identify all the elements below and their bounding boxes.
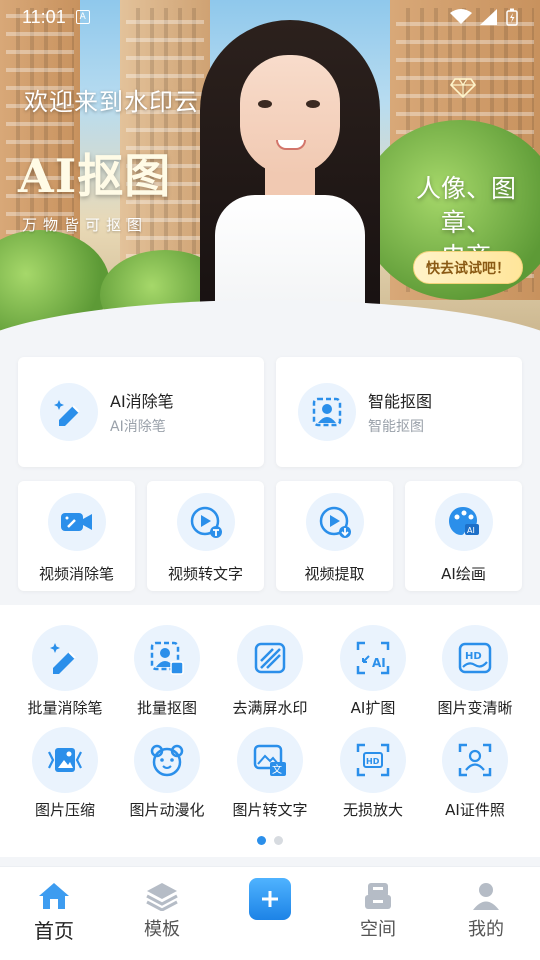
smart-cutout-card[interactable]: 智能抠图 智能抠图: [276, 357, 522, 467]
card-label: 视频转文字: [167, 565, 243, 583]
layers-icon: [146, 883, 178, 911]
svg-text:AI: AI: [467, 526, 475, 535]
banner-title: AI抠图: [18, 149, 172, 203]
tool-remove-watermark[interactable]: 去满屏水印: [216, 625, 324, 718]
anime-face-icon: [134, 727, 200, 793]
remove-watermark-icon: [237, 625, 303, 691]
wifi-icon: [450, 9, 472, 24]
card-label: 视频提取: [304, 565, 365, 583]
card-title: AI消除笔: [110, 392, 174, 411]
tool-label: 去满屏水印: [232, 699, 308, 717]
portrait-cutout-icon: [298, 383, 356, 441]
batch-cutout-icon: [134, 625, 200, 691]
tool-label: 图片变清晰: [437, 699, 513, 717]
page-dot-active[interactable]: [257, 836, 266, 845]
tool-image-to-text[interactable]: 文 图片转文字: [216, 727, 324, 820]
try-now-button[interactable]: 快去试试吧！: [413, 251, 523, 284]
tool-batch-eraser[interactable]: 批量消除笔: [11, 625, 119, 718]
slogan-line-1: 人像、图章、: [415, 174, 516, 237]
ai-expand-icon: AI: [340, 625, 406, 691]
card-title: 智能抠图: [368, 392, 433, 411]
image-compress-icon: [32, 727, 98, 793]
svg-text:HD: HD: [366, 757, 380, 766]
home-icon: [39, 883, 69, 909]
svg-text:HD: HD: [465, 651, 482, 662]
tool-label: 图片动漫化: [129, 801, 205, 819]
status-time: 11:01: [22, 6, 66, 27]
svg-text:文: 文: [272, 763, 282, 776]
video-to-text-icon: [176, 493, 235, 551]
banner-subtitle: 万物皆可抠图: [22, 216, 149, 234]
card-label: 视频消除笔: [38, 565, 114, 583]
batch-eraser-icon: [32, 625, 98, 691]
nav-label: 我的: [468, 919, 504, 940]
status-bar: 11:01 A: [0, 0, 540, 34]
svg-text:AI: AI: [372, 656, 386, 670]
card-subtitle: 智能抠图: [368, 419, 424, 435]
hd-enhance-icon: HD: [442, 625, 508, 691]
video-to-text-card[interactable]: 视频转文字: [147, 481, 264, 591]
page-dot[interactable]: [274, 836, 283, 845]
hero-banner[interactable]: 欢迎来到水印云 AI抠图 万物皆可抠图 人像、图章、 电商 快去试试吧！: [0, 0, 540, 345]
eraser-pen-icon: [40, 383, 98, 441]
storage-box-icon: [365, 883, 391, 909]
tool-image-compress[interactable]: 图片压缩: [11, 727, 119, 820]
tool-label: 批量抠图: [136, 699, 197, 717]
welcome-text: 欢迎来到水印云: [24, 88, 199, 116]
page-indicator: [0, 836, 540, 845]
tool-id-photo[interactable]: AI证件照: [421, 727, 529, 820]
nav-home[interactable]: 首页: [4, 881, 104, 944]
tool-label: 图片转文字: [232, 801, 308, 819]
tool-label: AI证件照: [445, 801, 505, 819]
nav-space[interactable]: 空间: [328, 881, 428, 941]
user-profile-icon: [473, 883, 499, 910]
diamond-icon: [450, 78, 476, 98]
nav-templates[interactable]: 模板: [112, 881, 212, 941]
signal-icon: [480, 9, 497, 25]
nav-label: 首页: [34, 919, 74, 943]
nav-label: 空间: [360, 919, 396, 940]
tool-grid: 批量消除笔 批量抠图 去满屏水印 AI AI扩图 HD 图片变清晰 图片压缩 图…: [0, 605, 540, 857]
card-subtitle: AI消除笔: [110, 419, 166, 435]
ai-eraser-card[interactable]: AI消除笔 AI消除笔: [18, 357, 264, 467]
notification-a-icon: A: [75, 10, 90, 24]
tool-lossless-upscale[interactable]: HD 无损放大: [319, 727, 427, 820]
ai-painting-card[interactable]: AI AI绘画: [405, 481, 522, 591]
tool-label: AI扩图: [350, 699, 396, 717]
id-photo-icon: [442, 727, 508, 793]
nav-mine[interactable]: 我的: [436, 881, 536, 941]
tool-label: 批量消除笔: [27, 699, 103, 717]
tool-batch-cutout[interactable]: 批量抠图: [113, 625, 221, 718]
bottom-navigation: 首页 模板 空间 我的: [0, 866, 540, 960]
card-label: AI绘画: [441, 565, 486, 583]
tool-hd-enhance[interactable]: HD 图片变清晰: [421, 625, 529, 718]
battery-icon: [506, 8, 518, 26]
image-to-text-icon: 文: [237, 727, 303, 793]
lossless-upscale-icon: HD: [340, 727, 406, 793]
create-plus-button[interactable]: [249, 878, 291, 920]
plus-icon: [262, 891, 278, 907]
tool-label: 无损放大: [342, 801, 403, 819]
tool-anime[interactable]: 图片动漫化: [113, 727, 221, 820]
video-extract-icon: [305, 493, 364, 551]
video-eraser-icon: [47, 493, 106, 551]
video-eraser-card[interactable]: 视频消除笔: [18, 481, 135, 591]
video-extract-card[interactable]: 视频提取: [276, 481, 393, 591]
tool-ai-expand[interactable]: AI AI扩图: [319, 625, 427, 718]
ai-palette-icon: AI: [434, 493, 493, 551]
tool-label: 图片压缩: [34, 801, 95, 819]
nav-label: 模板: [144, 919, 180, 940]
